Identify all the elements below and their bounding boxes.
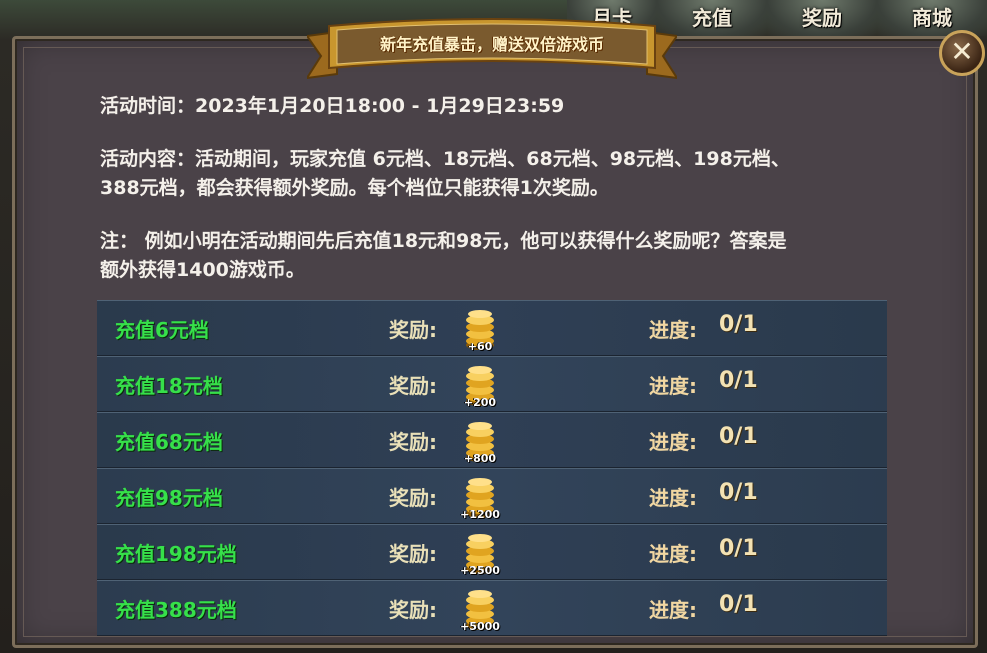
- gold-coin-stack-icon[interactable]: +5000: [457, 585, 503, 633]
- coin-amount: +800: [463, 452, 497, 465]
- progress-label: 进度:: [649, 318, 697, 342]
- progress-label: 进度:: [649, 374, 697, 398]
- tier-label: 充值18元档: [115, 374, 223, 398]
- reward-label: 奖励:: [389, 430, 437, 454]
- tier-label: 充值98元档: [115, 486, 223, 510]
- tier-label: 充值388元档: [115, 598, 237, 622]
- progress-value: 0/1: [719, 592, 758, 617]
- progress-value: 0/1: [719, 312, 758, 337]
- coin-amount: +200: [463, 396, 497, 409]
- reward-label: 奖励:: [389, 318, 437, 342]
- event-time: 活动时间：2023年1月20日18:00 - 1月29日23:59: [100, 95, 565, 117]
- title-banner: 新年充值暴击，赠送双倍游戏币: [307, 18, 677, 84]
- tier-label: 充值68元档: [115, 430, 223, 454]
- close-button[interactable]: ✕: [939, 30, 985, 76]
- progress-label: 进度:: [649, 430, 697, 454]
- coin-amount: +5000: [460, 620, 500, 633]
- reward-row: 充值6元档 奖励: +60 进度: 0/1: [97, 300, 887, 356]
- event-note-line-2: 额外获得1400游戏币。: [100, 259, 305, 281]
- reward-row: 充值98元档 奖励: +1200 进度: 0/1: [97, 468, 887, 524]
- gold-coin-stack-icon[interactable]: +1200: [457, 473, 503, 521]
- event-note-line-1: 注： 例如小明在活动期间先后充值18元和98元，他可以获得什么奖励呢？答案是: [100, 230, 787, 252]
- reward-tier-list: 充值6元档 奖励: +60 进度: 0/1 充值18元档 奖励: +200 进度…: [97, 300, 887, 636]
- coin-amount: +2500: [460, 564, 500, 577]
- coin-amount: +60: [467, 340, 493, 353]
- banner-title: 新年充值暴击，赠送双倍游戏币: [379, 35, 604, 54]
- reward-row: 充值18元档 奖励: +200 进度: 0/1: [97, 356, 887, 412]
- tier-label: 充值198元档: [115, 542, 237, 566]
- reward-row: 充值68元档 奖励: +800 进度: 0/1: [97, 412, 887, 468]
- gold-coin-stack-icon[interactable]: +60: [457, 305, 503, 353]
- progress-value: 0/1: [719, 368, 758, 393]
- gold-coin-stack-icon[interactable]: +2500: [457, 529, 503, 577]
- progress-value: 0/1: [719, 480, 758, 505]
- gold-coin-stack-icon[interactable]: +800: [457, 417, 503, 465]
- tier-label: 充值6元档: [115, 318, 209, 342]
- coin-amount: +1200: [460, 508, 500, 521]
- event-content-line-1: 活动内容：活动期间，玩家充值 6元档、18元档、68元档、98元档、198元档、: [100, 148, 790, 170]
- reward-row: 充值388元档 奖励: +5000 进度: 0/1: [97, 580, 887, 636]
- tab-rewards[interactable]: 奖励: [767, 0, 877, 36]
- tab-shop[interactable]: 商城: [877, 0, 987, 36]
- reward-label: 奖励:: [389, 598, 437, 622]
- gold-coin-stack-icon[interactable]: +200: [457, 361, 503, 409]
- progress-label: 进度:: [649, 486, 697, 510]
- reward-label: 奖励:: [389, 374, 437, 398]
- progress-label: 进度:: [649, 598, 697, 622]
- reward-label: 奖励:: [389, 542, 437, 566]
- close-icon: ✕: [950, 35, 974, 68]
- progress-value: 0/1: [719, 536, 758, 561]
- progress-label: 进度:: [649, 542, 697, 566]
- event-note: 注： 例如小明在活动期间先后充值18元和98元，他可以获得什么奖励呢？答案是 额…: [100, 227, 900, 285]
- event-content-line-2: 388元档，都会获得额外奖励。每个档位只能获得1次奖励。: [100, 177, 609, 199]
- progress-value: 0/1: [719, 424, 758, 449]
- reward-row: 充值198元档 奖励: +2500 进度: 0/1: [97, 524, 887, 580]
- reward-label: 奖励:: [389, 486, 437, 510]
- event-content: 活动内容：活动期间，玩家充值 6元档、18元档、68元档、98元档、198元档、…: [100, 145, 900, 203]
